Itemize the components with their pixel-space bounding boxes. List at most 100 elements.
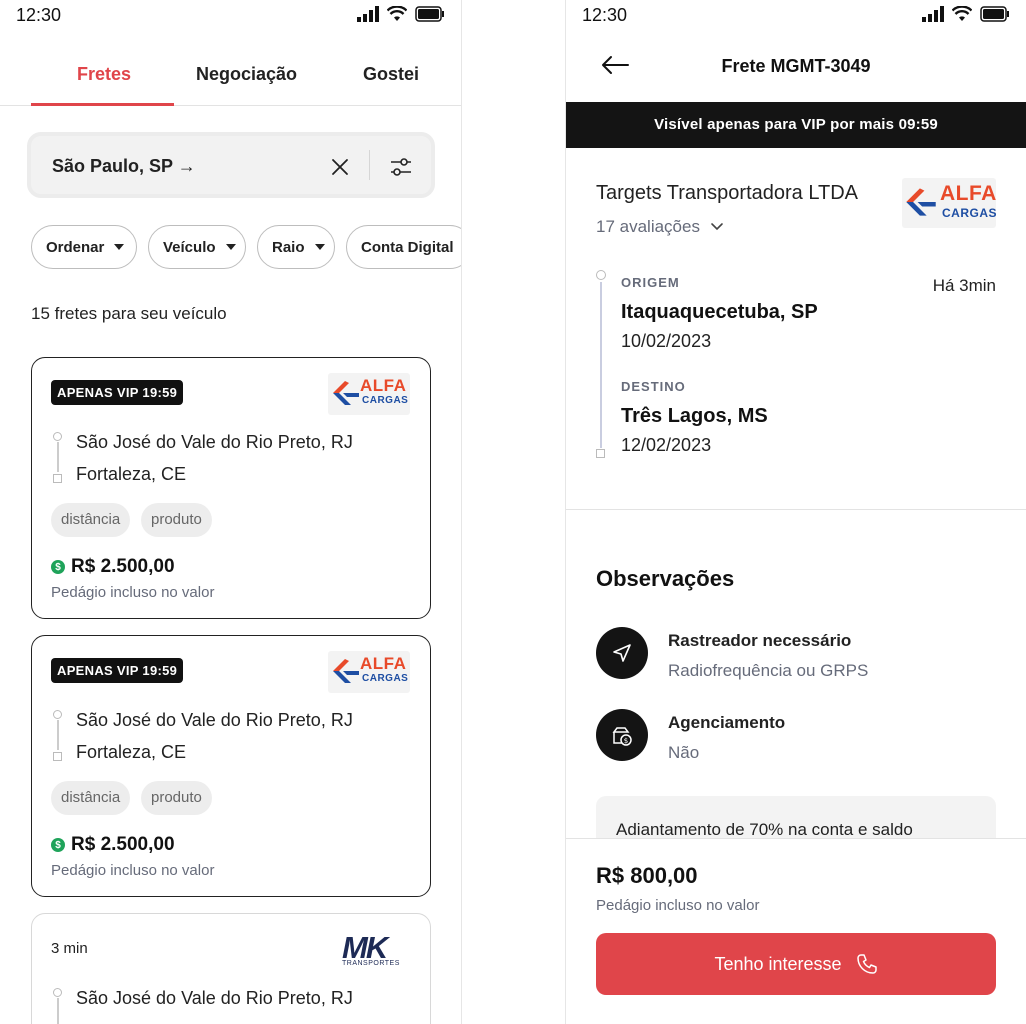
signal-icon [357, 6, 379, 22]
company-name: Targets Transportadora LTDA [596, 182, 858, 204]
interest-button-label: Tenho interesse [714, 953, 842, 974]
search-input[interactable]: São Paulo, SP → [27, 132, 435, 198]
status-bar: 12:30 [0, 0, 461, 32]
mk-transportes-logo: MK TRANSPORTES [342, 930, 399, 970]
footer-panel: R$ 800,00 Pedágio incluso no valor Tenho… [566, 838, 1026, 1024]
route-line [53, 710, 63, 762]
chip-raio[interactable]: Raio [257, 225, 335, 269]
freight-card[interactable]: 3 min MK TRANSPORTES São José do Vale do… [31, 913, 431, 1024]
origin-date: 10/02/2023 [621, 331, 712, 351]
route-destination: Fortaleza, CE [76, 464, 187, 484]
search-value: São Paulo, SP → [52, 156, 196, 176]
toll-note: Pedágio incluso no valor [596, 897, 760, 914]
detail-header: Frete MGMT-3049 [566, 40, 1026, 102]
battery-icon [980, 6, 1009, 22]
logo-sub: TRANSPORTES [342, 960, 400, 967]
tab-fretes[interactable]: Fretes [77, 64, 131, 85]
chip-label: Conta Digital [361, 238, 454, 256]
tab-gostei[interactable]: Gostei [363, 64, 419, 85]
svg-text:$: $ [624, 737, 628, 745]
observations-title: Observações [596, 566, 735, 591]
observation-tracker: Rastreador necessário Radiofrequência ou… [596, 627, 996, 687]
tag-distancia: distância [51, 781, 131, 815]
chip-label: Ordenar [46, 238, 105, 256]
status-icons [357, 6, 445, 22]
chip-veiculo[interactable]: Veículo [148, 225, 246, 269]
caret-down-icon [114, 244, 125, 250]
tab-negociacao[interactable]: Negociação [196, 64, 297, 85]
logo-word: ALFA [940, 182, 997, 205]
phone-icon [856, 954, 877, 974]
reviews-count: 17 avaliações [596, 217, 700, 236]
price-row: $ R$ 2.500,00 [51, 556, 175, 578]
origin-label: ORIGEM [621, 275, 680, 290]
status-icons [922, 6, 1010, 22]
vip-banner: Visível apenas para VIP por mais 09:59 [566, 102, 1026, 148]
logo-sub: CARGAS [362, 395, 409, 406]
chip-label: Raio [272, 238, 305, 256]
observation-label: Rastreador necessário [668, 631, 852, 650]
destination-date: 12/02/2023 [621, 435, 712, 455]
observation-value: Radiofrequência ou GRPS [668, 661, 869, 680]
status-time: 12:30 [16, 5, 62, 25]
wifi-icon [387, 6, 407, 21]
route-origin: São José do Vale do Rio Preto, RJ [76, 988, 353, 1008]
section-divider [566, 509, 1026, 510]
logo-word: ALFA [360, 654, 407, 673]
chip-conta-digital[interactable]: Conta Digital [346, 225, 461, 269]
freight-price: R$ 800,00 [596, 863, 698, 888]
reviews-toggle[interactable]: 17 avaliações [596, 217, 724, 237]
status-bar: 12:30 [566, 0, 1026, 32]
status-time: 12:30 [582, 5, 628, 25]
filter-chips: Ordenar Veículo Raio Conta Digital [31, 225, 461, 269]
price: R$ 2.500,00 [71, 834, 175, 855]
vip-badge: APENAS VIP 19:59 [51, 380, 184, 405]
payment-note-text: Adiantamento de 70% na conta e saldo [616, 820, 913, 839]
route-line [53, 432, 63, 484]
caret-down-icon [314, 244, 325, 250]
sliders-icon[interactable] [389, 155, 413, 179]
navigation-icon [596, 627, 648, 679]
signal-icon [922, 6, 944, 22]
active-tab-indicator [31, 103, 174, 106]
destination-label: DESTINO [621, 379, 686, 394]
alfa-cargas-logo: ALFA CARGAS [328, 651, 410, 693]
caret-down-icon [225, 244, 236, 250]
freight-card[interactable]: APENAS VIP 19:59 ALFA CARGAS São José do… [31, 635, 431, 897]
price: R$ 2.500,00 [71, 556, 175, 577]
freight-detail-screen: 12:30 Frete MGMT-3049 Visível apenas par… [565, 0, 1026, 1024]
interest-button[interactable]: Tenho interesse [596, 933, 996, 995]
posted-time: Há 3min [932, 276, 996, 295]
search-divider [369, 150, 370, 180]
logo-sub: CARGAS [362, 673, 409, 684]
route-destination: Fortaleza, CE [76, 742, 187, 762]
dollar-icon: $ [51, 560, 65, 574]
freight-list-screen: 12:30 Fretes Negociação Gostei São Paulo… [0, 0, 462, 1024]
card-time: 3 min [51, 940, 88, 957]
route-origin: São José do Vale do Rio Preto, RJ [76, 432, 353, 452]
dollar-icon: $ [51, 838, 65, 852]
battery-icon [415, 6, 444, 22]
route-timeline [596, 270, 606, 460]
logo-word: ALFA [360, 376, 407, 395]
tab-bar: Fretes Negociação Gostei [0, 52, 461, 106]
chip-label: Veículo [163, 238, 216, 256]
logo-sub: CARGAS [942, 206, 998, 220]
close-icon[interactable] [331, 158, 349, 176]
chip-ordenar[interactable]: Ordenar [31, 225, 137, 269]
tag-produto: produto [141, 781, 212, 815]
observation-label: Agenciamento [668, 713, 786, 732]
chevron-down-icon [711, 223, 723, 231]
page-title: Frete MGMT-3049 [721, 56, 871, 76]
observation-agency: $ Agenciamento Não [596, 709, 996, 769]
destination-city: Três Lagos, MS [621, 405, 768, 427]
origin-city: Itaquaquecetuba, SP [621, 301, 818, 323]
vip-badge: APENAS VIP 19:59 [51, 658, 184, 683]
result-count: 15 fretes para seu veículo [31, 304, 227, 323]
toll-note: Pedágio incluso no valor [51, 862, 215, 879]
observation-value: Não [668, 743, 700, 762]
route-line [53, 988, 63, 1024]
route-origin: São José do Vale do Rio Preto, RJ [76, 710, 353, 730]
alfa-cargas-logo: ALFA CARGAS [902, 178, 998, 228]
freight-card[interactable]: APENAS VIP 19:59 ALFA CARGAS São José do… [31, 357, 431, 619]
